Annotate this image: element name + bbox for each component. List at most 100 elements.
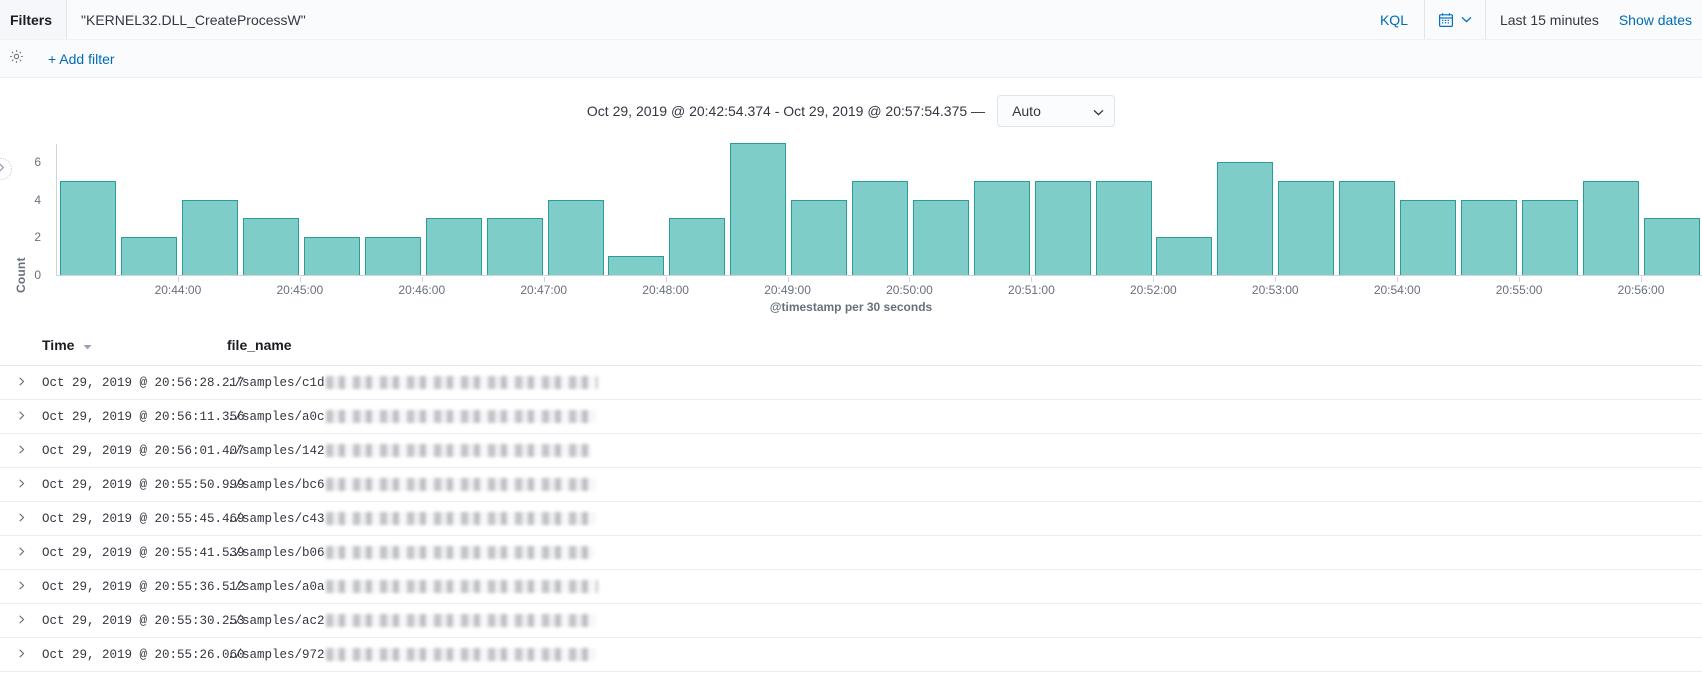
x-axis-tick-label: 20:56:00 xyxy=(1617,283,1665,297)
filter-options-button[interactable] xyxy=(4,47,28,71)
expand-row-button[interactable] xyxy=(0,637,42,672)
histogram-bar[interactable] xyxy=(608,256,665,275)
table-row[interactable]: Oct 29, 2019 @ 20:56:28.217 ./samples/c1d xyxy=(0,365,1702,400)
cell-time: Oct 29, 2019 @ 20:55:30.253 xyxy=(42,603,245,638)
search-input[interactable] xyxy=(81,11,1364,28)
bar-slot xyxy=(850,144,911,275)
histogram-bar[interactable] xyxy=(364,237,421,275)
x-axis-tick-mark xyxy=(1275,277,1277,282)
column-header-time[interactable]: Time xyxy=(42,337,227,366)
x-axis-tick-label: 20:46:00 xyxy=(398,283,446,297)
histogram-bar[interactable] xyxy=(1095,180,1152,275)
redacted-file-name xyxy=(325,648,596,661)
x-axis-tick-mark xyxy=(1031,277,1033,282)
histogram-bar[interactable] xyxy=(1400,199,1457,275)
histogram-bar[interactable] xyxy=(1278,180,1335,275)
expand-row-button[interactable] xyxy=(0,569,42,604)
redacted-file-name xyxy=(325,478,596,491)
table-row[interactable]: Oct 29, 2019 @ 20:55:30.253 ./samples/ac2 xyxy=(0,603,1702,638)
y-axis-ticks: 0 2 4 6 xyxy=(21,130,41,315)
histogram-bar[interactable] xyxy=(852,180,909,275)
bar-slot xyxy=(1519,144,1580,275)
bar-slot xyxy=(1398,144,1459,275)
histogram-bar[interactable] xyxy=(1521,199,1578,275)
bar-series xyxy=(58,143,1702,275)
histogram-bar[interactable] xyxy=(791,199,848,275)
y-axis-tick-label: 6 xyxy=(34,154,41,169)
histogram-bar[interactable] xyxy=(486,218,543,275)
table-row[interactable]: Oct 29, 2019 @ 20:55:50.999 ./samples/bc6 xyxy=(0,467,1702,502)
x-axis-tick-label: 20:54:00 xyxy=(1373,283,1421,297)
histogram-bar[interactable] xyxy=(304,237,361,275)
histogram-bar[interactable] xyxy=(730,143,787,275)
show-dates-button[interactable]: Show dates xyxy=(1615,0,1702,39)
expand-row-button[interactable] xyxy=(0,535,42,570)
bar-slot xyxy=(241,144,302,275)
bar-slot xyxy=(728,143,789,275)
histogram-bar[interactable] xyxy=(1582,180,1639,275)
histogram-bar[interactable] xyxy=(1460,199,1517,275)
file-name-prefix: ./samples/ac2 xyxy=(227,613,325,628)
x-axis-tick-mark xyxy=(1519,277,1521,282)
query-input-wrapper[interactable] xyxy=(67,0,1364,39)
cell-time: Oct 29, 2019 @ 20:55:50.999 xyxy=(42,467,245,502)
table-row[interactable]: Oct 29, 2019 @ 20:56:01.407 ./samples/142 xyxy=(0,433,1702,468)
histogram-bar[interactable] xyxy=(121,237,178,275)
histogram-bar[interactable] xyxy=(547,199,604,275)
histogram-bar[interactable] xyxy=(912,199,969,275)
histogram-bar[interactable] xyxy=(182,199,239,275)
expand-row-button[interactable] xyxy=(0,467,42,502)
table-row[interactable]: Oct 29, 2019 @ 20:55:26.060 ./samples/972 xyxy=(0,637,1702,672)
bar-slot xyxy=(606,144,667,275)
cell-time: Oct 29, 2019 @ 20:55:45.469 xyxy=(42,501,245,536)
table-row[interactable]: Oct 29, 2019 @ 20:55:41.539 ./samples/b06 xyxy=(0,535,1702,570)
expand-row-button[interactable] xyxy=(0,365,42,400)
histogram-bar[interactable] xyxy=(1339,180,1396,275)
bar-slot xyxy=(1032,144,1093,275)
histogram-bar[interactable] xyxy=(1643,218,1700,275)
histogram-bar[interactable] xyxy=(60,180,117,275)
column-header-file-name[interactable]: file_name xyxy=(227,337,1702,366)
chevron-down-icon xyxy=(1093,103,1104,119)
histogram-bar[interactable] xyxy=(425,218,482,275)
chart-header: Oct 29, 2019 @ 20:42:54.374 - Oct 29, 20… xyxy=(0,78,1702,130)
x-axis-title: @timestamp per 30 seconds xyxy=(769,300,933,314)
expand-row-button[interactable] xyxy=(0,603,42,638)
bar-slot xyxy=(1276,144,1337,275)
add-filter-button[interactable]: + Add filter xyxy=(48,51,115,67)
expand-row-button[interactable] xyxy=(0,433,42,468)
histogram-bar[interactable] xyxy=(1217,161,1274,275)
chevron-right-icon xyxy=(16,510,27,527)
histogram-bar[interactable] xyxy=(1034,180,1091,275)
expand-row-button[interactable] xyxy=(0,501,42,536)
expand-row-button[interactable] xyxy=(0,399,42,434)
x-axis-tick-mark xyxy=(543,277,545,282)
chevron-down-icon xyxy=(1461,16,1472,23)
interval-select[interactable]: Auto xyxy=(997,94,1116,127)
filter-bar: + Add filter xyxy=(0,40,1702,78)
y-axis-tick-label: 0 xyxy=(34,268,41,282)
table-row[interactable]: Oct 29, 2019 @ 20:56:11.356 ./samples/a0c xyxy=(0,399,1702,434)
date-range-display[interactable]: Last 15 minutes xyxy=(1486,0,1615,39)
file-name-prefix: ./samples/a0a xyxy=(227,579,325,594)
x-axis-tick-label: 20:53:00 xyxy=(1251,283,1299,297)
sort-down-icon[interactable] xyxy=(83,337,92,353)
table-row[interactable]: Oct 29, 2019 @ 20:55:36.512 ./samples/a0a xyxy=(0,569,1702,604)
histogram-bar[interactable] xyxy=(1156,237,1213,275)
histogram-bar[interactable] xyxy=(973,180,1030,275)
histogram-bar[interactable] xyxy=(243,218,300,275)
cell-file-name: ./samples/ac2 xyxy=(227,603,1702,638)
table-header-row: Time file_name xyxy=(0,337,1702,366)
file-name-prefix: ./samples/bc6 xyxy=(227,477,325,492)
table-row[interactable]: Oct 29, 2019 @ 20:55:45.469 ./samples/c43 xyxy=(0,501,1702,536)
chart-time-range: Oct 29, 2019 @ 20:42:54.374 - Oct 29, 20… xyxy=(586,102,986,119)
histogram-bar[interactable] xyxy=(669,218,726,275)
main-content: Oct 29, 2019 @ 20:42:54.374 - Oct 29, 20… xyxy=(0,78,1702,697)
calendar-quick-select-button[interactable] xyxy=(1425,0,1486,39)
file-name-prefix: ./samples/c43 xyxy=(227,511,325,526)
redacted-file-name xyxy=(325,444,592,457)
x-axis-tick-mark xyxy=(909,277,911,282)
chevron-right-icon xyxy=(16,646,27,663)
kql-button[interactable]: KQL xyxy=(1363,0,1425,39)
x-axis-tick-mark xyxy=(665,277,667,282)
